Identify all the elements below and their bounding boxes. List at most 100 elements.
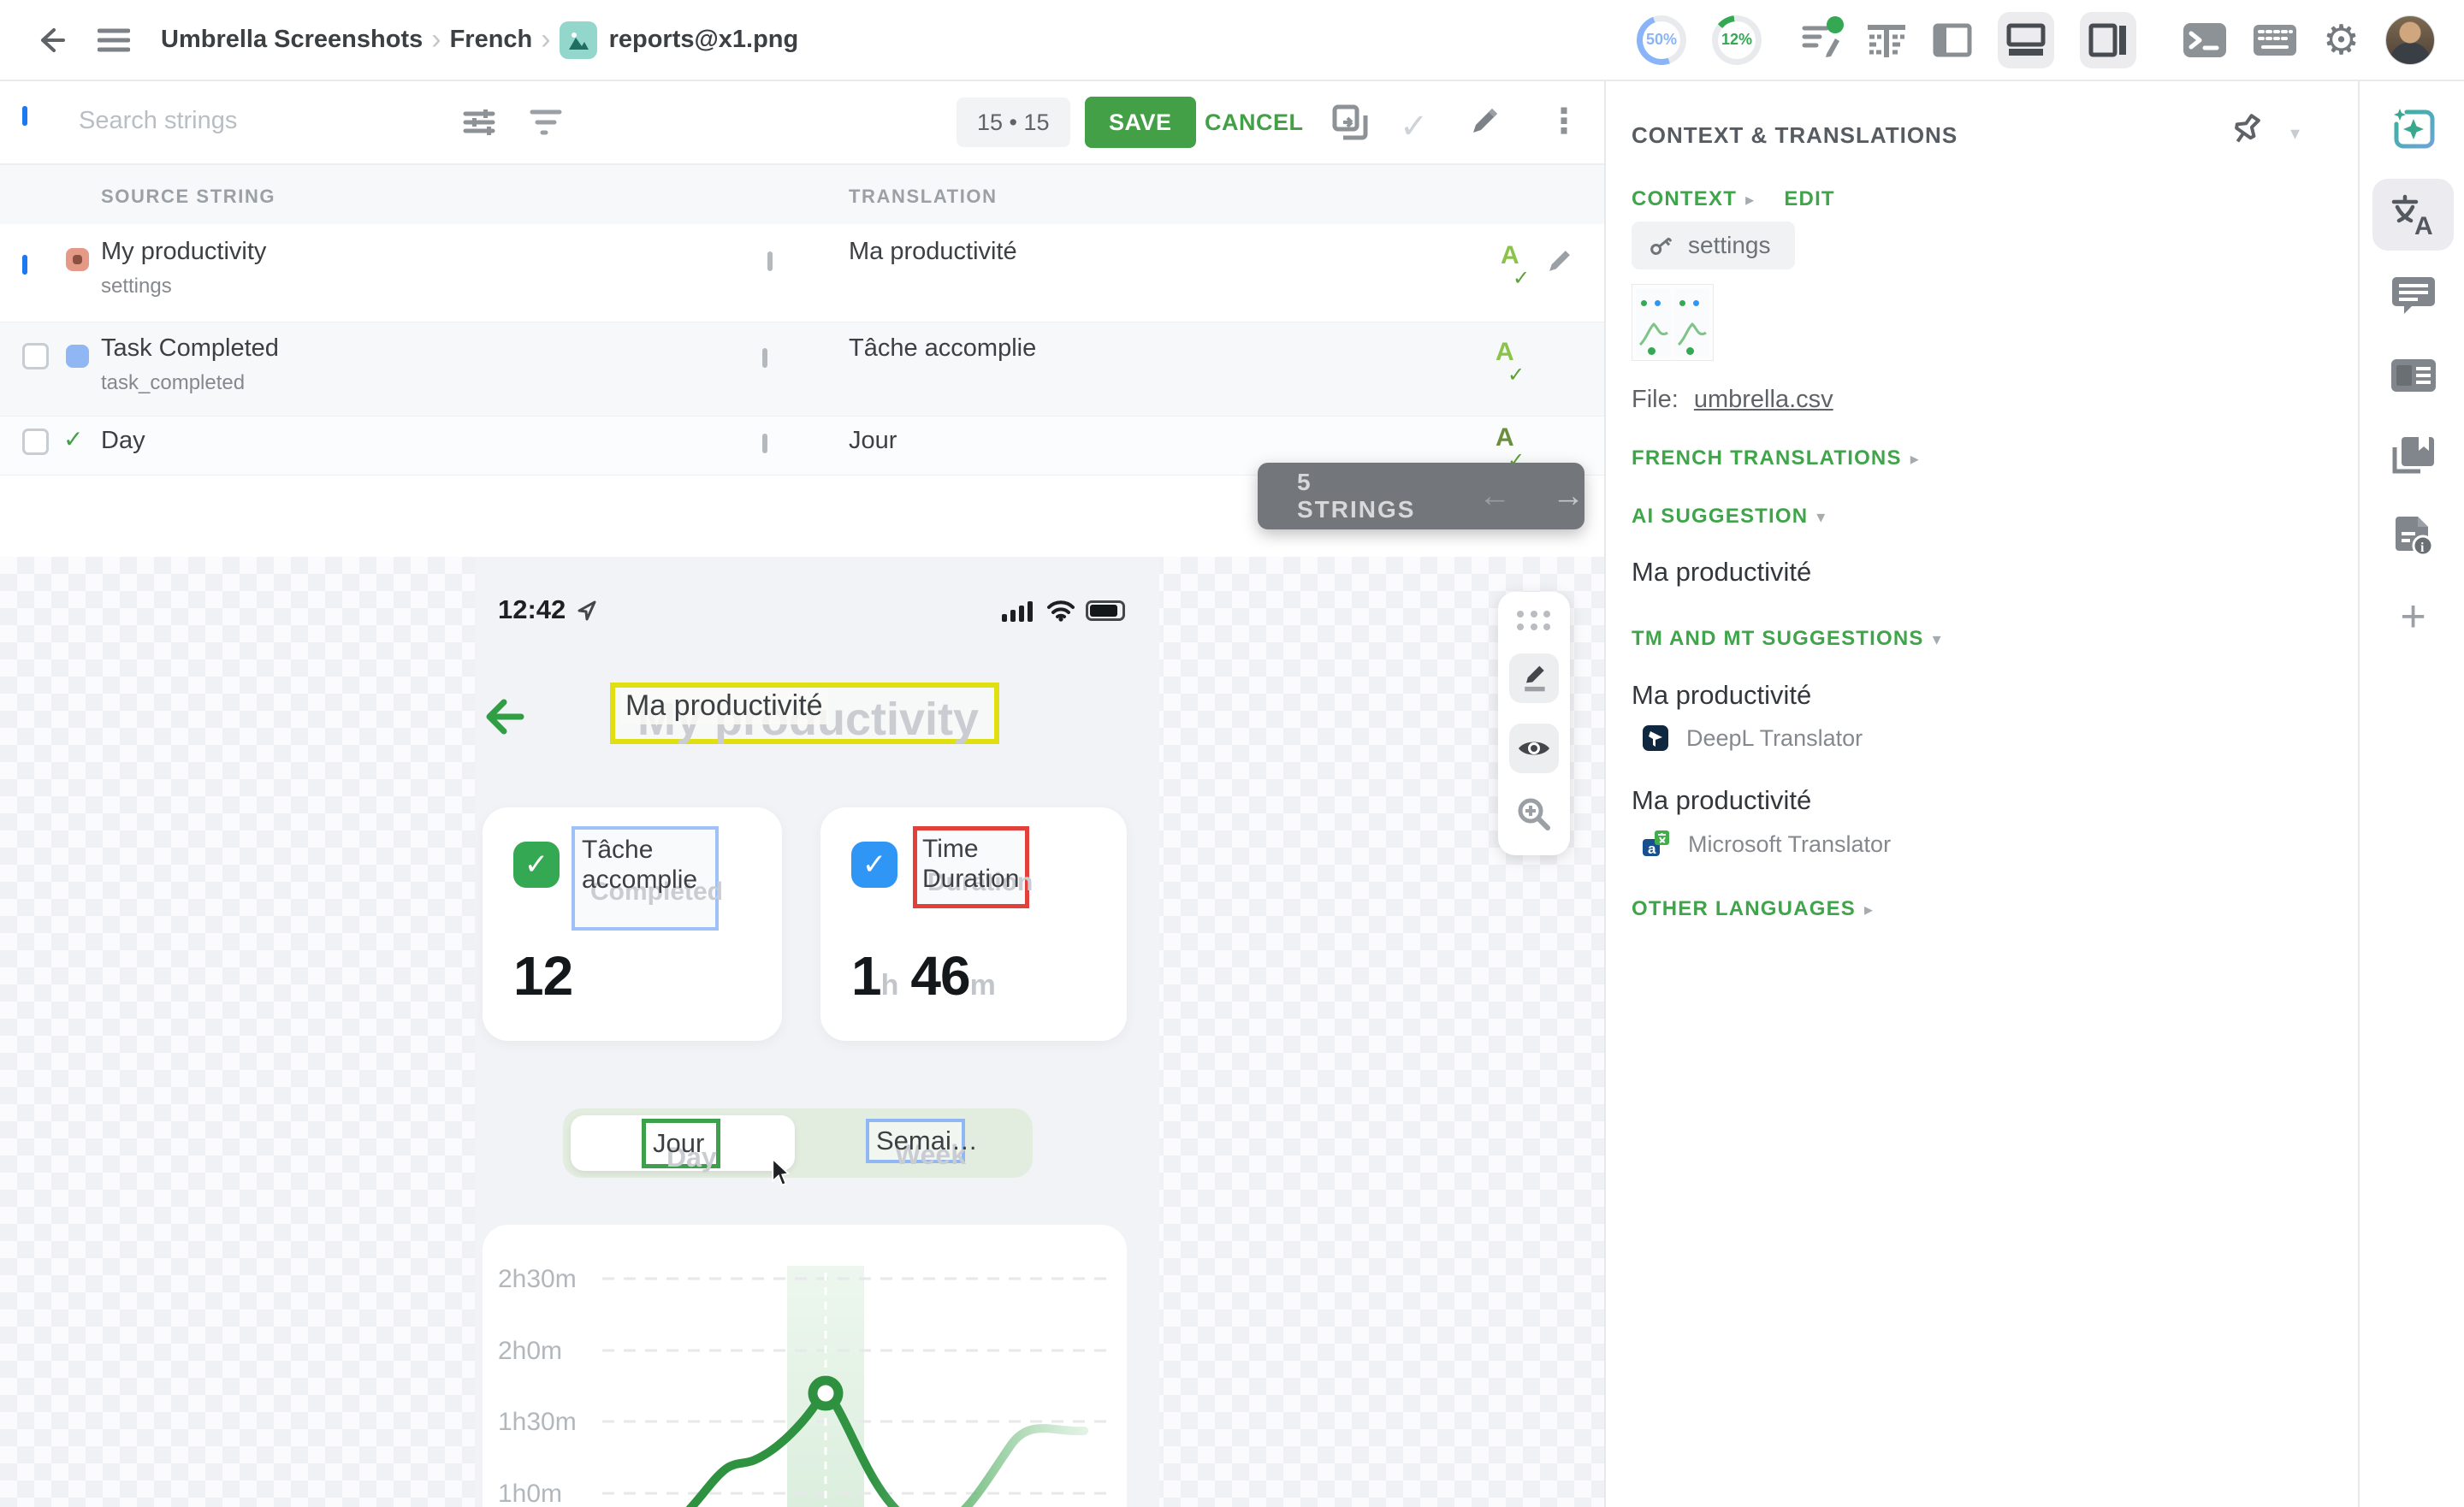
draw-box-tool-button[interactable] [1509, 653, 1559, 703]
table-row[interactable]: My productivity settings Ma productivité… [0, 224, 1604, 322]
key-name-pill[interactable]: settings [1632, 222, 1795, 269]
tab-inactive-label: Semai… [876, 1126, 978, 1156]
file-info-icon: i [2392, 515, 2435, 558]
suggestion-text[interactable]: Ma productivité [1632, 785, 1811, 816]
tune-filters-icon[interactable] [462, 105, 496, 139]
next-string-icon[interactable]: → [1552, 478, 1584, 515]
translation-string[interactable]: Ma productivité [849, 238, 1017, 266]
context-link[interactable]: CONTEXT▸ [1632, 187, 1755, 211]
day-week-segmented-control[interactable]: Day Jour Week Semai… [563, 1108, 1033, 1178]
section-ai-suggestion[interactable]: AI SUGGESTION▾ [1632, 505, 1827, 529]
duplicate-icon[interactable] [1331, 103, 1369, 141]
canvas-floating-toolbar [1498, 592, 1570, 855]
prev-string-icon[interactable]: ← [1478, 478, 1511, 515]
kebab-menu-icon[interactable]: ⋮ [1547, 102, 1581, 141]
target-progress-value: 12% [1712, 15, 1762, 65]
title-highlight-box[interactable]: My productivity Ma productivité [610, 683, 999, 744]
edit-pencil-icon[interactable] [1468, 103, 1502, 138]
duration-value: 1 h 46 m [851, 944, 996, 1008]
row-checkbox[interactable] [22, 255, 27, 275]
rail-file-info-item[interactable]: i [2372, 500, 2454, 572]
edit-context-link[interactable]: EDIT [1784, 187, 1834, 211]
duration-minutes: 46 [910, 944, 969, 1008]
layout-right-panel-icon[interactable] [2080, 12, 2136, 68]
source-string[interactable]: Task Completed [101, 334, 279, 363]
row-checkbox[interactable] [22, 343, 49, 369]
section-other-languages[interactable]: OTHER LANGUAGES▸ [1632, 897, 1874, 921]
context-screenshot-thumbnail[interactable] [1632, 284, 1714, 361]
key-name: settings [1688, 232, 1771, 259]
source-string[interactable]: My productivity [101, 238, 266, 266]
breadcrumb-file[interactable]: reports@x1.png [609, 26, 799, 54]
section-tm-mt-suggestions[interactable]: TM AND MT SUGGESTIONS▾ [1632, 627, 1942, 651]
label-highlight-box-blue[interactable]: Completed Tâche accomplie [572, 826, 719, 931]
file-link[interactable]: umbrella.csv [1694, 386, 1833, 413]
suggestion-text[interactable]: Ma productivité [1632, 680, 1811, 711]
back-icon[interactable] [33, 23, 67, 57]
source-progress-ring[interactable]: 50% [1637, 15, 1686, 65]
source-string[interactable]: Day [101, 427, 145, 455]
translation-string[interactable]: Jour [849, 427, 897, 455]
string-key: task_completed [101, 371, 279, 395]
screenshot-attached-icon[interactable] [762, 348, 767, 368]
back-arrow-icon [33, 23, 67, 57]
breadcrumb-language[interactable]: French [450, 26, 533, 54]
terminal-icon[interactable] [2183, 21, 2227, 59]
bilingual-view-icon[interactable] [1866, 21, 1907, 59]
menu-icon[interactable] [98, 27, 130, 53]
section-french-translations[interactable]: FRENCH TRANSLATIONS▸ [1632, 446, 1920, 470]
label-highlight-box-red[interactable]: Duration Time Duration [913, 826, 1029, 908]
tab-highlight-box-green[interactable]: Day Jour [642, 1119, 720, 1168]
spellcheck-ok-icon: A✓ [1501, 252, 1519, 267]
save-button[interactable]: SAVE [1085, 97, 1196, 148]
caret-down-icon: ▾ [1816, 508, 1826, 527]
pin-panel-icon[interactable] [2230, 112, 2263, 148]
select-all-checkbox[interactable] [22, 106, 27, 126]
screenshot-attached-icon[interactable] [767, 251, 773, 271]
chart-highlight-point[interactable] [813, 1380, 838, 1406]
table-row[interactable]: Task Completed task_completed Tâche acco… [0, 322, 1604, 417]
context-panel: CONTEXT & TRANSLATIONS ▾ CONTEXT▸ EDIT s… [1604, 81, 2358, 1507]
target-progress-ring[interactable]: 12% [1712, 15, 1762, 65]
drag-handle-icon[interactable] [1517, 611, 1551, 630]
rail-saved-pages-item[interactable] [2372, 420, 2454, 492]
provider-name: DeepL Translator [1686, 725, 1863, 752]
translation-string[interactable]: Tâche accomplie [849, 334, 1036, 363]
layout-bottom-panel-icon[interactable] [1998, 12, 2054, 68]
phone-status-time: 12:42 [498, 594, 566, 625]
filter-icon[interactable] [529, 105, 563, 139]
preview-eye-button[interactable] [1509, 724, 1559, 773]
verify-check-icon[interactable]: ✓ [1400, 107, 1429, 146]
card-details-icon [2390, 358, 2437, 393]
rail-ai-tools-item[interactable] [2372, 93, 2454, 165]
chevron-right-icon: › [541, 23, 550, 56]
cancel-button[interactable]: CANCEL [1205, 109, 1304, 136]
magnifier-plus-icon [1515, 795, 1553, 833]
keyboard-icon[interactable] [2253, 23, 2297, 57]
rail-comments-item[interactable] [2372, 259, 2454, 331]
breadcrumb-project[interactable]: Umbrella Screenshots [161, 26, 423, 54]
right-icon-rail: A i + [2358, 81, 2464, 1507]
avatar[interactable] [2385, 15, 2435, 65]
translate-icon: A [2390, 193, 2437, 236]
suggestion-provider-row: a Microsoft Translator [1642, 830, 1891, 859]
svg-text:1h0m: 1h0m [498, 1480, 562, 1507]
screenshot-canvas[interactable]: 12:42 My productivity Ma productivité ✓ [0, 557, 1604, 1507]
row-edit-pencil-icon[interactable] [1545, 246, 1574, 275]
ai-suggestion-text[interactable]: Ma productivité [1632, 557, 1811, 588]
rail-glossary-card-item[interactable] [2372, 340, 2454, 411]
rail-translations-item[interactable]: A [2372, 179, 2454, 251]
screenshot-attached-icon[interactable] [762, 434, 767, 453]
tab-highlight-box-blue[interactable]: Week Semai… [866, 1119, 965, 1163]
search-input[interactable] [79, 107, 438, 135]
pencil-underline-icon [1519, 663, 1549, 694]
row-checkbox[interactable] [22, 428, 49, 455]
rail-add-item[interactable]: + [2372, 581, 2454, 653]
svg-text:i: i [2420, 541, 2425, 555]
zoom-in-button[interactable] [1515, 795, 1553, 833]
layout-left-panel-icon[interactable] [1933, 23, 1972, 57]
battery-icon [1086, 600, 1125, 621]
gear-icon[interactable]: ⚙ [2323, 16, 2360, 64]
panel-collapse-chevron-icon[interactable]: ▾ [2290, 122, 2300, 145]
tasks-icon[interactable] [1801, 21, 1840, 59]
